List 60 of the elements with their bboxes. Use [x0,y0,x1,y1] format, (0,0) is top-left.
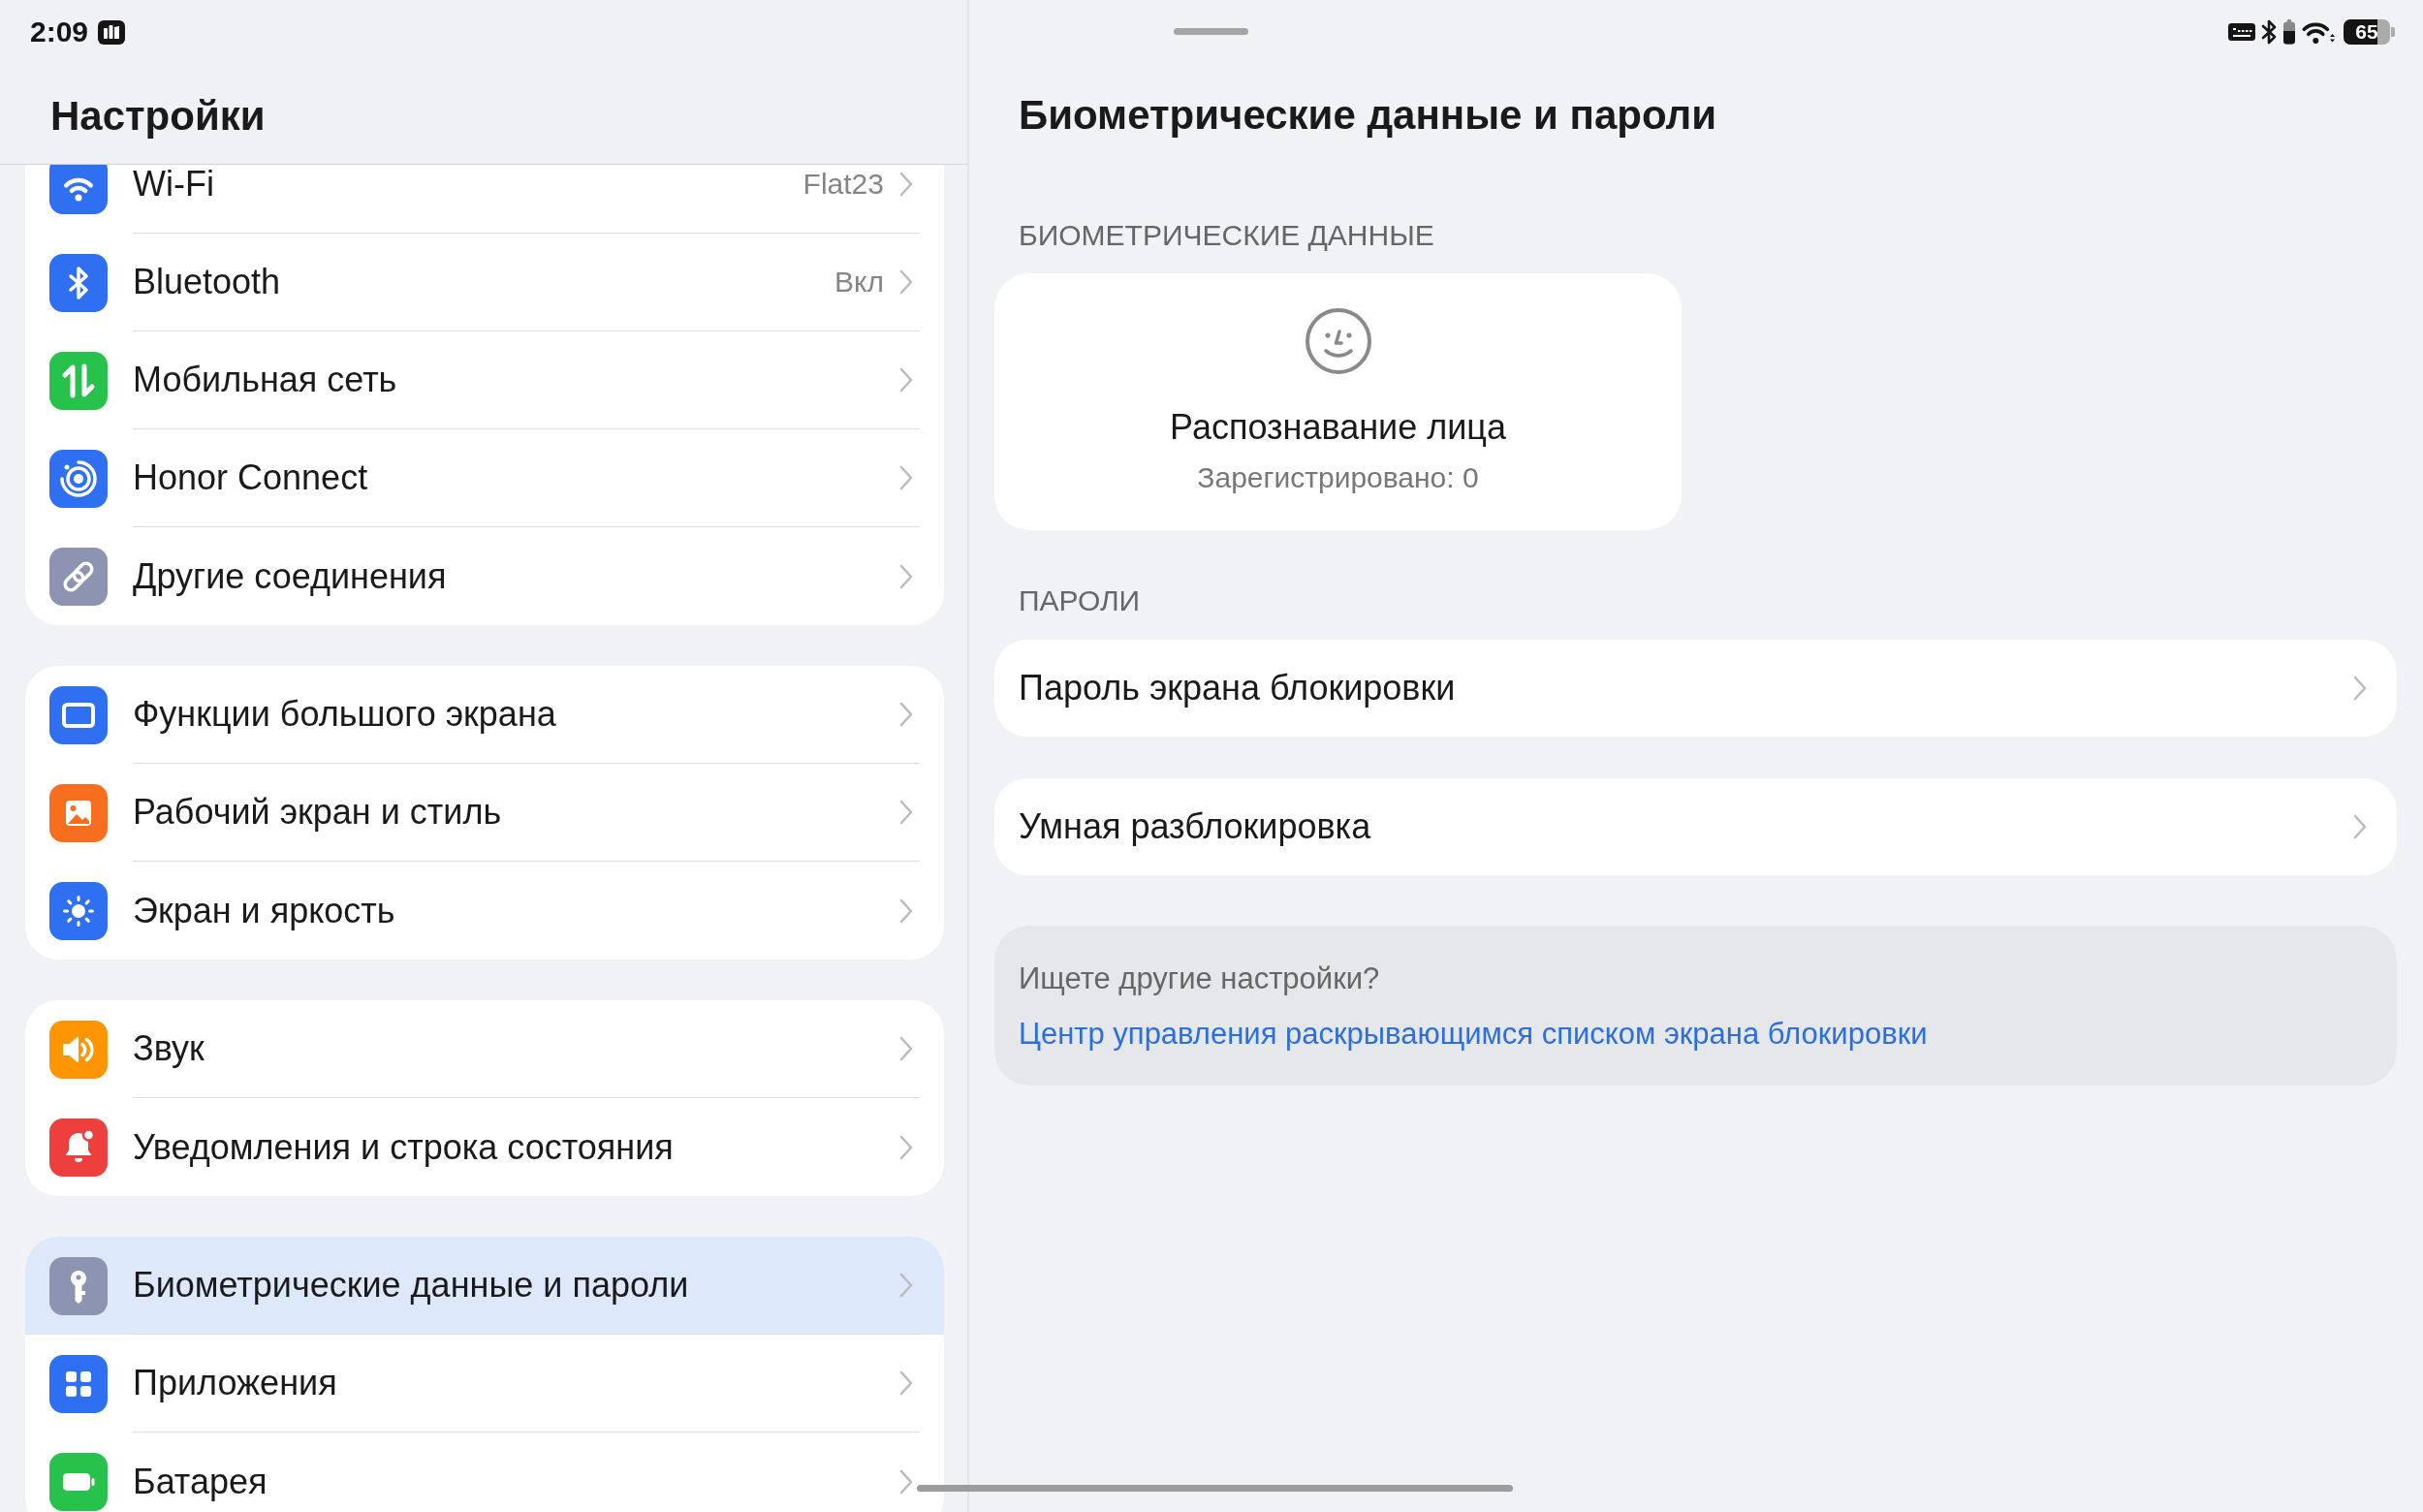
page-title: Биометрические данные и пароли [1019,91,1718,140]
bluetooth-icon [49,253,108,312]
drag-handle[interactable] [1174,28,1248,35]
sidebar-item[interactable]: Звук [25,1000,944,1098]
up-down-arrows-icon [49,351,108,410]
chevron-icon [2352,813,2368,840]
sidebar-item[interactable]: Honor Connect [25,429,944,527]
suggestion-link[interactable]: Центр управления раскрывающимся списком экрана блокировки [1019,1016,1928,1053]
key-icon [49,1256,108,1315]
chevron-icon [898,701,914,728]
item-value: Вкл [834,265,884,299]
sidebar-item[interactable]: Другие соединения [25,527,944,625]
item-value: Flat23 [802,167,884,202]
settings-row[interactable]: Умная разблокировка [994,778,2397,875]
sidebar-item[interactable]: Приложения [25,1335,944,1433]
section-heading: ПАРОЛИ [1019,583,1141,618]
sun-icon [49,881,108,940]
chevron-icon [898,366,914,394]
sidebar-item[interactable]: Экран и яркость [25,862,944,960]
chevron-icon [898,897,914,925]
status-time: 2:09 [30,15,89,49]
link-icon [49,547,108,606]
screen-icon [49,685,108,744]
sidebar-item[interactable]: Биометрические данные и пароли [25,1237,944,1335]
home-indicator[interactable] [917,1485,1513,1492]
chevron-icon [898,562,914,590]
chevron-icon [898,1035,914,1062]
settings-row[interactable]: Пароль экрана блокировки [994,640,2397,737]
registered-count: Зарегистрировано: 0 [1197,460,1479,495]
chevron-icon [898,464,914,491]
target-icon [49,449,108,508]
chevron-icon [898,1272,914,1299]
bluetooth-icon [2261,19,2277,45]
chevron-icon [898,1133,914,1161]
sidebar-item[interactable]: Wi-Fi Flat23 [25,165,944,234]
sidebar-item[interactable]: Функции большого экрана [25,666,944,764]
chevron-icon [898,1370,914,1397]
section-heading: БИОМЕТРИЧЕСКИЕ ДАННЫЕ [1019,218,1434,253]
sidebar-item[interactable]: Bluetooth Вкл [25,234,944,331]
chevron-icon [898,1467,914,1496]
app-icon [98,19,126,45]
chevron-icon [898,268,914,296]
keyboard-icon [2228,23,2255,41]
battery-percentage: 65 [2355,20,2378,44]
grid-icon [49,1354,108,1413]
page-title: Настройки [50,92,267,141]
sidebar-item[interactable]: Рабочий экран и стиль [25,764,944,862]
face-icon [1304,307,1372,375]
sidebar-item[interactable]: Мобильная сеть [25,331,944,429]
speaker-icon [49,1020,108,1079]
sidebar-item[interactable]: Батарея [25,1433,944,1512]
sidebar-item[interactable]: Уведомления и строка состояния [25,1098,944,1196]
chevron-icon [898,171,914,198]
bell-icon [49,1118,108,1177]
chevron-icon [898,799,914,826]
chevron-icon [2352,675,2368,702]
battery-icon [2282,19,2296,45]
image-icon [49,783,108,842]
suggestion-text: Ищете другие настройки? [1019,961,1380,996]
face-recognition-card[interactable]: Распознавание лица Зарегистрировано: 0 [994,273,1682,530]
